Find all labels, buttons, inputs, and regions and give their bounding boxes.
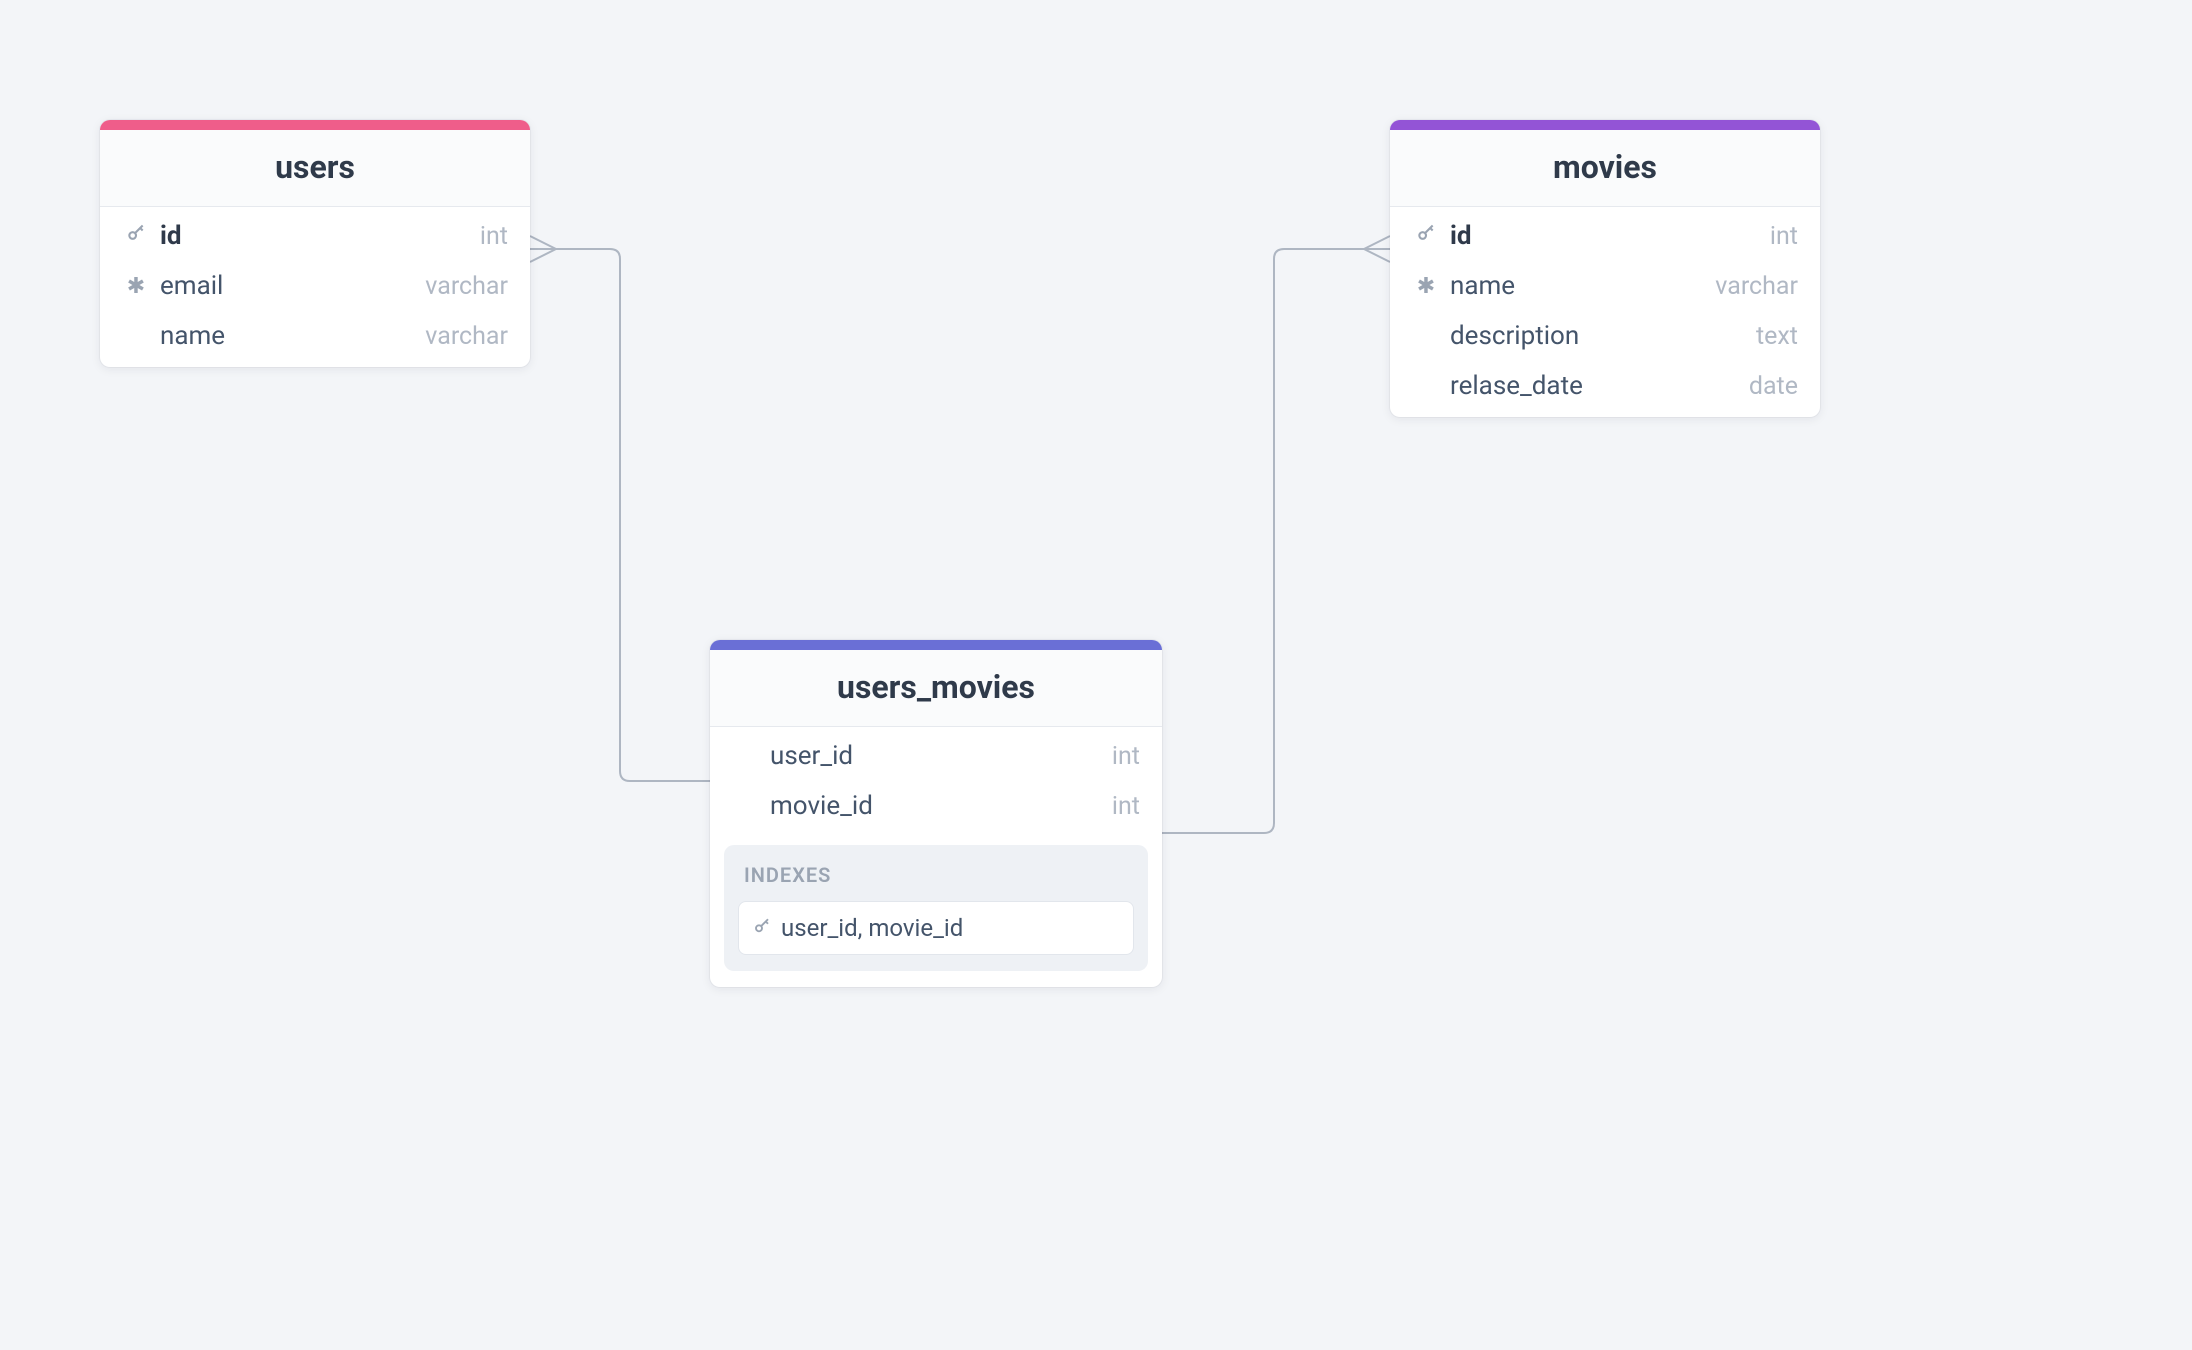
column-type: int <box>1770 222 1798 251</box>
table-title: movies <box>1390 130 1820 207</box>
table-movies[interactable]: movies id int ✱ name varchar <box>1390 120 1820 417</box>
table-column-row[interactable]: ✱ email varchar <box>100 261 530 311</box>
indexes-section: INDEXES user_id, movie_id <box>724 845 1148 971</box>
column-name: description <box>1450 321 1579 351</box>
table-column-row[interactable]: user_id int <box>710 731 1162 781</box>
table-columns: id int ✱ email varchar name varchar <box>100 207 530 367</box>
table-accent-bar <box>1390 120 1820 130</box>
column-type: int <box>480 222 508 251</box>
column-type: int <box>1112 742 1140 771</box>
table-title: users_movies <box>710 650 1162 727</box>
table-accent-bar <box>710 640 1162 650</box>
er-diagram-canvas[interactable]: users id int ✱ email varchar <box>0 0 2192 1350</box>
table-users[interactable]: users id int ✱ email varchar <box>100 120 530 367</box>
indexes-label: INDEXES <box>738 861 1134 901</box>
table-title: users <box>100 130 530 207</box>
column-name: id <box>1450 221 1472 251</box>
column-name: user_id <box>770 741 853 771</box>
snowflake-icon: ✱ <box>122 274 150 299</box>
table-column-row[interactable]: relase_date date <box>1390 361 1820 411</box>
key-icon <box>122 223 150 249</box>
column-type: text <box>1756 322 1798 351</box>
table-columns: user_id int movie_id int <box>710 727 1162 837</box>
table-column-row[interactable]: id int <box>100 211 530 261</box>
column-name: name <box>160 321 225 351</box>
snowflake-icon: ✱ <box>1412 274 1440 299</box>
column-name: relase_date <box>1450 371 1583 401</box>
key-icon <box>753 916 771 940</box>
table-column-row[interactable]: name varchar <box>100 311 530 361</box>
table-users-movies[interactable]: users_movies user_id int movie_id int IN… <box>710 640 1162 987</box>
column-type: int <box>1112 792 1140 821</box>
index-item[interactable]: user_id, movie_id <box>738 901 1134 955</box>
table-column-row[interactable]: movie_id int <box>710 781 1162 831</box>
table-columns: id int ✱ name varchar description text <box>1390 207 1820 417</box>
column-name: email <box>160 271 223 301</box>
column-name: name <box>1450 271 1515 301</box>
column-type: varchar <box>1715 272 1798 301</box>
table-accent-bar <box>100 120 530 130</box>
column-type: varchar <box>425 322 508 351</box>
table-column-row[interactable]: id int <box>1390 211 1820 261</box>
column-type: date <box>1749 372 1798 401</box>
table-column-row[interactable]: ✱ name varchar <box>1390 261 1820 311</box>
index-text: user_id, movie_id <box>781 914 963 942</box>
column-type: varchar <box>425 272 508 301</box>
table-column-row[interactable]: description text <box>1390 311 1820 361</box>
key-icon <box>1412 223 1440 249</box>
column-name: id <box>160 221 182 251</box>
column-name: movie_id <box>770 791 873 821</box>
